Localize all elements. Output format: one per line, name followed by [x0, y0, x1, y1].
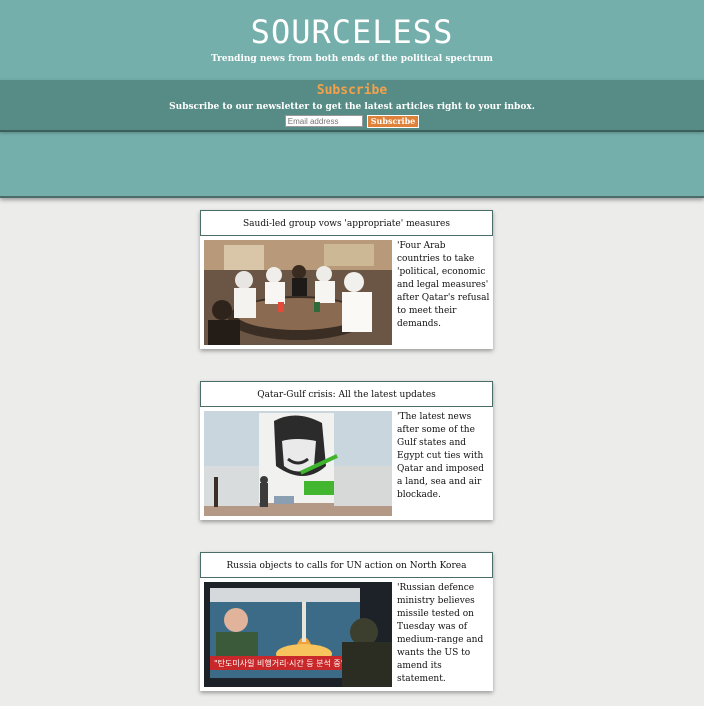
subscribe-description: Subscribe to our newsletter to get the l…	[169, 102, 535, 112]
subscribe-section: Subscribe Subscribe to our newsletter to…	[0, 80, 704, 132]
article-image-missile[interactable]: "탄도미사일 비행거리·시간 등 분석 중"	[204, 582, 392, 687]
meeting-photo	[204, 240, 392, 345]
article-image-meeting[interactable]	[204, 240, 392, 345]
article-card: Saudi-led group vows 'appropriate' measu…	[200, 210, 493, 349]
email-input[interactable]	[284, 115, 363, 127]
site-header: SOURCELESS Trending news from both ends …	[0, 0, 704, 198]
subscribe-form: Subscribe	[0, 115, 704, 128]
article-title[interactable]: Saudi-led group vows 'appropriate' measu…	[200, 210, 493, 236]
article-title[interactable]: Russia objects to calls for UN action on…	[200, 552, 493, 578]
article-title[interactable]: Qatar-Gulf crisis: All the latest update…	[200, 381, 493, 407]
site-title[interactable]: SOURCELESS	[0, 12, 704, 52]
brand: SOURCELESS Trending news from both ends …	[0, 0, 704, 64]
subscribe-heading: Subscribe	[316, 83, 388, 98]
article-card: Russia objects to calls for UN action on…	[200, 552, 493, 691]
missile-news-photo: "탄도미사일 비행거리·시간 등 분석 중"	[204, 582, 392, 687]
subscribe-button[interactable]: Subscribe	[366, 115, 420, 128]
article-excerpt: 'Russian defence ministry believes missi…	[397, 583, 484, 684]
article-excerpt: 'The latest news after some of the Gulf …	[397, 412, 484, 500]
tv-banner-text: "탄도미사일 비행거리·시간 등 분석 중"	[214, 658, 344, 668]
site-tagline: Trending news from both ends of the poli…	[211, 54, 493, 64]
article-image-mural[interactable]	[204, 411, 392, 516]
mural-photo	[204, 411, 392, 516]
article-excerpt: 'Four Arab countries to take 'political,…	[397, 241, 490, 329]
article-card: Qatar-Gulf crisis: All the latest update…	[200, 381, 493, 520]
